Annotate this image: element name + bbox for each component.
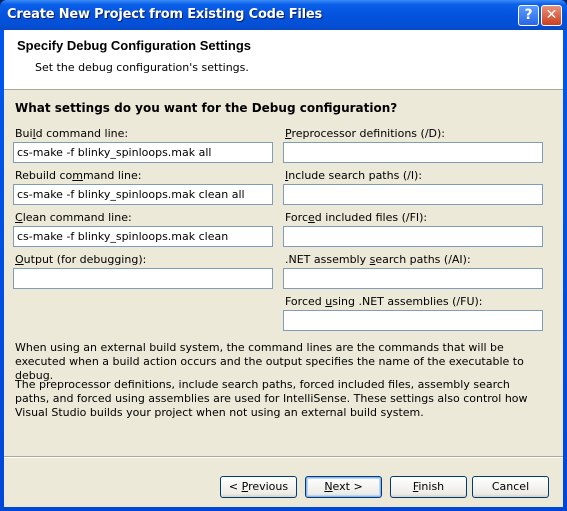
question-mark-icon: ? [524, 7, 533, 23]
page-subtitle: Set the debug configuration's settings. [35, 61, 249, 74]
close-button[interactable]: ✕ [541, 5, 562, 26]
forced-using-assemblies-input[interactable] [283, 310, 543, 331]
dialog-body: Specify Debug Configuration Settings Set… [4, 30, 563, 507]
build-command-label: Build command line: [15, 127, 129, 140]
page-title: Specify Debug Configuration Settings [17, 38, 252, 53]
rebuild-command-label: Rebuild command line: [15, 169, 142, 182]
dialog-window: Create New Project from Existing Code Fi… [0, 0, 567, 511]
assembly-search-paths-label: .NET assembly search paths (/AI): [285, 253, 471, 266]
cancel-button[interactable]: Cancel [472, 476, 549, 498]
include-search-paths-input[interactable] [283, 184, 543, 205]
output-input[interactable] [13, 268, 273, 289]
help-button[interactable]: ? [518, 5, 539, 26]
preprocessor-definitions-label: Preprocessor definitions (/D): [285, 127, 445, 140]
assembly-search-paths-input[interactable] [283, 268, 543, 289]
preprocessor-definitions-input[interactable] [283, 142, 543, 163]
title-bar[interactable]: Create New Project from Existing Code Fi… [0, 0, 567, 30]
clean-command-label: Clean command line: [15, 211, 132, 224]
output-label: Output (for debugging): [15, 253, 147, 266]
intellisense-note: The preprocessor definitions, include se… [15, 378, 528, 419]
window-title: Create New Project from Existing Code Fi… [7, 7, 323, 22]
wizard-header: Specify Debug Configuration Settings Set… [4, 30, 563, 90]
finish-button[interactable]: Finish [390, 476, 467, 498]
button-separator [4, 456, 563, 458]
clean-command-input[interactable] [13, 226, 273, 247]
next-button[interactable]: Next > [305, 476, 382, 498]
forced-included-files-label: Forced included files (/FI): [285, 211, 428, 224]
section-question: What settings do you want for the Debug … [15, 101, 398, 115]
forced-included-files-input[interactable] [283, 226, 543, 247]
build-command-input[interactable] [13, 142, 273, 163]
rebuild-command-input[interactable] [13, 184, 273, 205]
include-search-paths-label: Include search paths (/I): [285, 169, 423, 182]
previous-button[interactable]: < Previous [220, 476, 297, 498]
external-build-note: When using an external build system, the… [15, 341, 524, 382]
close-x-icon: ✕ [545, 7, 558, 23]
forced-using-assemblies-label: Forced using .NET assemblies (/FU): [285, 295, 483, 308]
